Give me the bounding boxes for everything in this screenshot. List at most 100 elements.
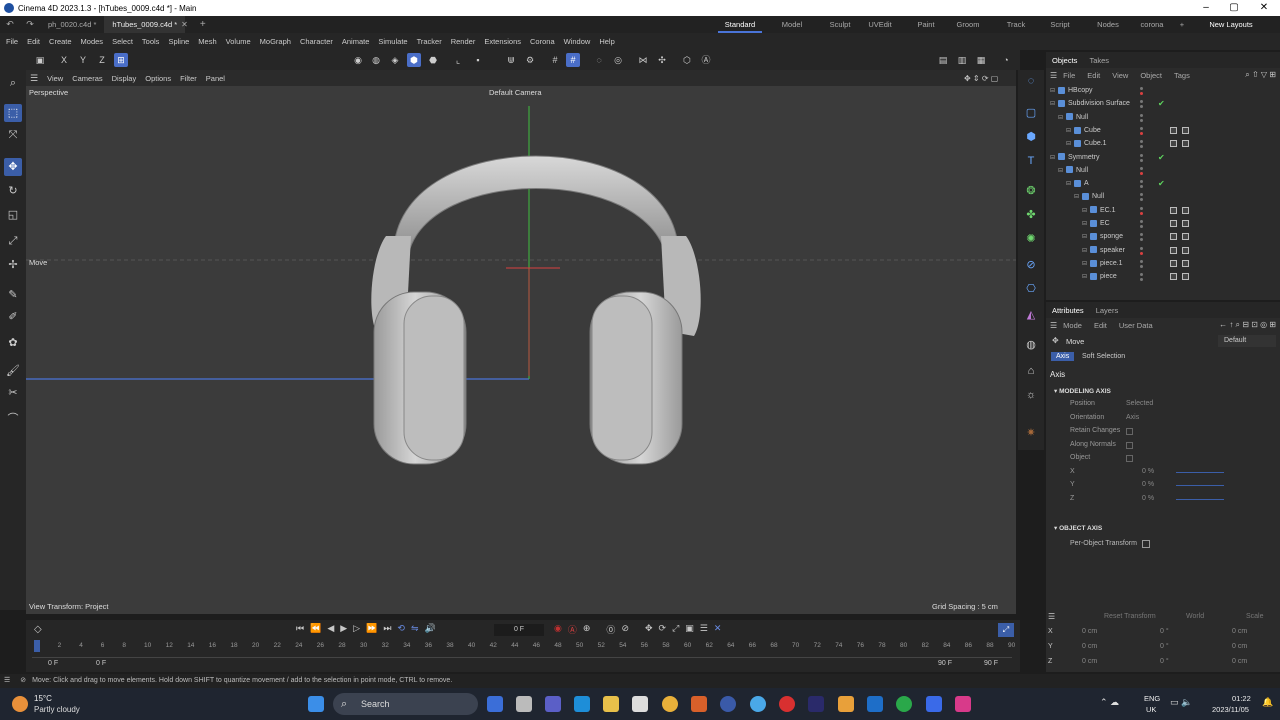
object-name[interactable]: sponge [1100, 233, 1123, 240]
material-tag-icon[interactable] [1170, 206, 1177, 214]
snap-magnet-icon[interactable]: ⋓ [504, 53, 518, 67]
editor-visibility-dot[interactable] [1140, 206, 1143, 210]
range-end-field[interactable]: 90 F [984, 660, 998, 667]
per-object-transform-checkbox[interactable] [1142, 540, 1150, 548]
attr-field-value[interactable]: 0 % [1142, 481, 1154, 488]
tab-objects[interactable]: Objects [1046, 56, 1083, 65]
attr-menu-mode[interactable]: Mode [1057, 321, 1088, 330]
coord-position-field[interactable]: 0 cm [1082, 658, 1130, 665]
menu-file[interactable]: File [6, 37, 18, 46]
coord-size-field[interactable]: 0 cm [1232, 628, 1272, 635]
text-object-icon[interactable]: T [1022, 152, 1040, 170]
preview-end-field[interactable]: 90 F [938, 660, 952, 667]
attr-field-value[interactable]: 0 % [1142, 468, 1154, 475]
coord-position-field[interactable]: 0 cm [1082, 628, 1130, 635]
phong-tag-icon[interactable] [1182, 126, 1189, 134]
layout-sculpt[interactable]: Sculpt [818, 16, 862, 33]
editor-visibility-dot[interactable] [1140, 259, 1143, 263]
weather-icon[interactable] [12, 696, 28, 712]
document-tab-ph[interactable]: ph_0020.c4d * [40, 16, 104, 33]
file-explorer-icon[interactable] [603, 696, 619, 712]
expand-toggle-icon[interactable]: ⊟ [1066, 125, 1074, 138]
viewport-menu-display[interactable]: Display [112, 74, 137, 83]
object-row[interactable]: ⊟ piece [1046, 270, 1280, 283]
object-row[interactable]: ⊟ Null [1046, 190, 1280, 203]
attr-menu-edit[interactable]: Edit [1088, 321, 1113, 330]
render-visibility-dot[interactable] [1140, 105, 1143, 109]
phong-tag-icon[interactable] [1182, 246, 1189, 254]
attributes-nav-icons[interactable]: ← ↑ ⌕ ⊟ ⊡ ◎ ⊞ [1219, 320, 1276, 330]
object-name[interactable]: Cube [1084, 127, 1101, 134]
maximize-button[interactable]: ▢ [1220, 0, 1248, 16]
attr-menu-user-data[interactable]: User Data [1113, 321, 1159, 330]
material-tag-icon[interactable] [1170, 233, 1177, 241]
menu-edit[interactable]: Edit [27, 37, 40, 46]
deformer-icon[interactable]: ✺ [1022, 230, 1040, 248]
weather-description[interactable]: Partly cloudy [34, 705, 80, 714]
new-tab-button[interactable]: + [200, 19, 206, 30]
object-row[interactable]: ⊟ Cube.1 [1046, 137, 1280, 150]
menu-tracker[interactable]: Tracker [417, 37, 442, 46]
object-name[interactable]: HBcopy [1068, 87, 1093, 94]
light-object-icon[interactable]: ◭ [1022, 306, 1040, 324]
visibility-dots[interactable] [1140, 100, 1148, 109]
add-layout-button[interactable]: + [1174, 16, 1190, 33]
move-tool-icon[interactable]: ✥ [4, 158, 22, 176]
magnet-icon[interactable]: ⌒ [4, 410, 22, 428]
enable-axis-icon[interactable]: ▪ [471, 53, 485, 67]
coord-rotation-field[interactable]: 0 ° [1160, 643, 1200, 650]
recorder-icon[interactable] [779, 696, 795, 712]
editor-visibility-dot[interactable] [1140, 100, 1143, 104]
light-icon[interactable]: ☼ [1022, 386, 1040, 404]
object-row[interactable]: ⊟ Subdivision Surface ✔ [1046, 97, 1280, 110]
object-axis-header[interactable]: ▾ OBJECT AXIS [1054, 524, 1102, 532]
editor-visibility-dot[interactable] [1140, 126, 1143, 130]
visibility-dots[interactable] [1140, 87, 1148, 95]
preview-start-field[interactable]: 0 F [96, 660, 106, 667]
undo-icon[interactable]: ↶ [0, 19, 20, 30]
teams-icon[interactable] [545, 696, 561, 712]
premiere-icon[interactable] [808, 696, 824, 712]
layout-paint[interactable]: Paint [904, 16, 948, 33]
menu-character[interactable]: Character [300, 37, 333, 46]
expand-toggle-icon[interactable]: ⊟ [1058, 165, 1066, 178]
timeline-track[interactable] [32, 652, 1012, 658]
editor-visibility-dot[interactable] [1140, 220, 1143, 223]
layout-standard[interactable]: Standard [718, 16, 762, 33]
environment-icon[interactable]: ◍ [1022, 336, 1040, 354]
soft-selection-icon[interactable]: ◌ [592, 53, 606, 67]
menu-tools[interactable]: Tools [142, 37, 160, 46]
polygons-mode-icon[interactable]: ◈ [388, 53, 402, 67]
expand-toggle-icon[interactable]: ⊟ [1082, 231, 1090, 244]
mirror-icon[interactable]: ⋈ [636, 53, 650, 67]
expand-toggle-icon[interactable]: ⊟ [1050, 98, 1058, 111]
edge-icon[interactable] [574, 696, 590, 712]
minimize-button[interactable]: – [1192, 0, 1220, 16]
coordinate-system-icon[interactable]: ⊞ [114, 53, 128, 67]
menu-render[interactable]: Render [451, 37, 476, 46]
coord-size-field[interactable]: 0 cm [1232, 658, 1272, 665]
material-tag-icon[interactable] [1170, 126, 1177, 134]
enabled-check-icon[interactable]: ✔ [1158, 177, 1165, 190]
model-mode-icon[interactable]: ⬢ [407, 53, 421, 67]
coord-position-field[interactable]: 0 cm [1082, 643, 1130, 650]
editor-visibility-dot[interactable] [1140, 273, 1143, 277]
object-name[interactable]: A [1084, 180, 1089, 187]
object-name[interactable]: piece.1 [1100, 260, 1123, 267]
object-row[interactable]: ⊟ EC [1046, 217, 1280, 230]
camera-icon[interactable]: ⌂ [1022, 362, 1040, 380]
camera-object-icon[interactable]: ⎔ [1022, 280, 1040, 298]
editor-visibility-dot[interactable] [1140, 246, 1143, 250]
knife-icon[interactable]: ✂ [4, 384, 22, 402]
object-name[interactable]: piece [1100, 273, 1117, 280]
render-visibility-dot[interactable] [1140, 278, 1143, 282]
editor-visibility-dot[interactable] [1140, 180, 1143, 184]
visibility-dots[interactable] [1140, 193, 1148, 202]
visibility-dots[interactable] [1140, 259, 1148, 268]
menu-create[interactable]: Create [49, 37, 72, 46]
close-tab-button[interactable]: ✕ [181, 20, 188, 29]
attributes-menu-icon[interactable]: ☰ [1050, 321, 1057, 330]
expand-toggle-icon[interactable]: ⊟ [1050, 152, 1058, 165]
viewport-menu-view[interactable]: View [47, 74, 63, 83]
subtab-soft-selection[interactable]: Soft Selection [1082, 353, 1125, 360]
